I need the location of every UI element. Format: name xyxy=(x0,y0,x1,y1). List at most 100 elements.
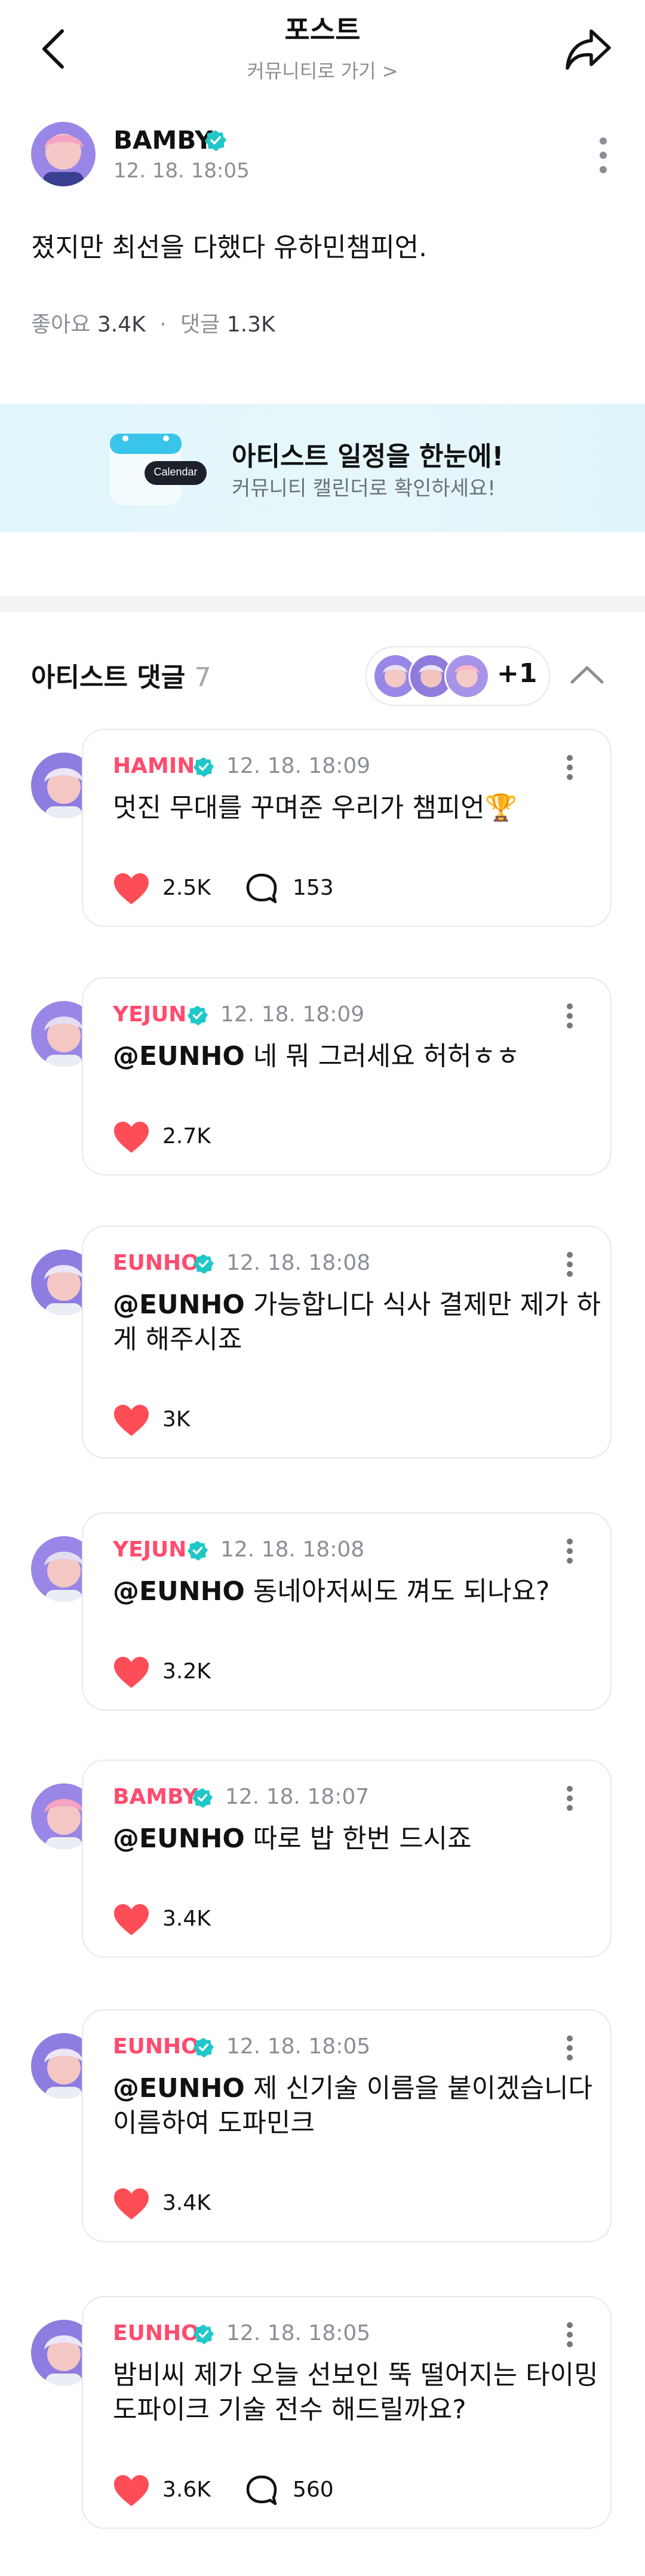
more-vertical-icon xyxy=(567,1003,573,1028)
comment-more-button[interactable] xyxy=(564,1537,576,1565)
comment-time: 12. 18. 18:08 xyxy=(220,1537,365,1562)
like-button[interactable] xyxy=(113,872,150,905)
comment-mention[interactable]: @EUNHO xyxy=(113,1576,245,1607)
heart-icon xyxy=(114,2188,149,2219)
more-artists-count: +1 xyxy=(497,658,538,689)
like-count: 2.5K xyxy=(162,876,211,900)
reply-button[interactable] xyxy=(245,2474,278,2507)
page-title: 포스트 xyxy=(284,14,361,46)
community-link[interactable]: 커뮤니티로 가기 > xyxy=(0,56,645,84)
comment-text: @EUNHO 제 신기술 이름을 붙이겠습니다 이름하여 도파민크 xyxy=(113,2071,603,2141)
post-body: 졌지만 최선을 다했다 유하민챔피언. xyxy=(31,232,428,263)
calendar-label: Calendar xyxy=(153,466,198,478)
comment-text: @EUNHO 네 뭐 그러세요 허허ㅎㅎ xyxy=(113,1039,603,1074)
comment-more-button[interactable] xyxy=(564,2321,576,2348)
avatar[interactable] xyxy=(31,122,96,186)
more-vertical-icon xyxy=(567,2035,573,2061)
comment-author[interactable]: YEJUN xyxy=(113,1002,186,1027)
heart-icon xyxy=(114,1122,149,1153)
comment-text: @EUNHO 따로 밥 한번 드시죠 xyxy=(113,1822,603,1856)
comment-text: 멋진 무대를 꾸며준 우리가 챔피언🏆 xyxy=(113,791,603,825)
like-count: 3.4K xyxy=(162,2191,211,2215)
post-author[interactable]: BAMBY xyxy=(113,125,213,155)
comment-more-button[interactable] xyxy=(564,1785,576,1812)
avatar xyxy=(444,653,490,699)
heart-icon xyxy=(114,1904,149,1935)
comment-more-button[interactable] xyxy=(564,2034,576,2062)
comment-mention[interactable]: @EUNHO xyxy=(113,1289,245,1320)
like-button[interactable] xyxy=(113,1404,150,1437)
artist-comments-count: 7 xyxy=(194,662,211,693)
section-divider xyxy=(0,596,645,612)
like-button[interactable] xyxy=(113,2187,150,2221)
comment-more-button[interactable] xyxy=(564,754,576,781)
share-button[interactable] xyxy=(564,27,613,73)
stats-separator: · xyxy=(159,312,167,337)
post-time: 12. 18. 18:05 xyxy=(113,159,250,183)
reply-count: 560 xyxy=(293,2477,334,2502)
comment-author[interactable]: EUNHO xyxy=(113,1251,199,1275)
comments-label: 댓글 xyxy=(180,312,220,337)
like-count: 3.2K xyxy=(162,1659,211,1684)
calendar-icon: Calendar xyxy=(108,429,209,510)
like-count: 3K xyxy=(162,1407,191,1432)
reply-button[interactable] xyxy=(245,872,278,905)
comment-author[interactable]: EUNHO xyxy=(113,2034,199,2059)
more-vertical-icon xyxy=(567,1252,573,1277)
comment-mention[interactable]: @EUNHO xyxy=(113,2073,245,2104)
likes-count: 3.4K xyxy=(97,312,146,337)
comment-mention[interactable]: @EUNHO xyxy=(113,1041,245,1071)
comment-time: 12. 18. 18:09 xyxy=(220,1002,365,1027)
more-vertical-icon xyxy=(567,1539,573,1564)
verified-icon xyxy=(187,1005,208,1026)
heart-icon xyxy=(114,1657,149,1688)
comment-time: 12. 18. 18:07 xyxy=(225,1785,370,1809)
comment-author[interactable]: EUNHO xyxy=(113,2321,199,2345)
comment-bubble-icon xyxy=(246,2475,277,2506)
comment-body: 멋진 무대를 꾸며준 우리가 챔피언🏆 xyxy=(113,793,518,823)
verified-icon xyxy=(193,756,214,778)
comment-bubble-icon xyxy=(246,873,277,904)
verified-icon xyxy=(193,1253,214,1275)
like-count: 3.4K xyxy=(162,1906,211,1931)
reply-count: 153 xyxy=(293,876,334,900)
share-icon xyxy=(566,29,611,70)
comment-more-button[interactable] xyxy=(564,1002,576,1030)
comment-author[interactable]: BAMBY xyxy=(113,1785,198,1809)
verified-icon xyxy=(204,129,227,152)
comments-count: 1.3K xyxy=(226,312,275,337)
collapse-button[interactable] xyxy=(569,663,606,687)
more-vertical-icon xyxy=(567,2322,573,2347)
comment-text: 밤비씨 제가 오늘 선보인 뚝 떨어지는 타이밍 도파이크 기술 전수 해드릴까… xyxy=(113,2358,603,2427)
comment-body: 동네아저씨도 껴도 되나요? xyxy=(244,1576,550,1607)
comment-mention[interactable]: @EUNHO xyxy=(113,1823,245,1854)
like-button[interactable] xyxy=(113,1656,150,1689)
like-count: 2.7K xyxy=(162,1124,211,1149)
more-options-button[interactable] xyxy=(596,135,610,176)
comment-more-button[interactable] xyxy=(564,1251,576,1278)
like-button[interactable] xyxy=(113,1120,150,1154)
like-button[interactable] xyxy=(113,2474,150,2507)
like-count: 3.6K xyxy=(162,2477,211,2502)
more-vertical-icon xyxy=(600,137,607,173)
chevron-up-icon xyxy=(570,666,604,684)
comment-author[interactable]: HAMIN xyxy=(113,754,195,778)
comment-time: 12. 18. 18:08 xyxy=(226,1251,371,1275)
verified-icon xyxy=(193,2037,214,2058)
comment-time: 12. 18. 18:05 xyxy=(226,2321,371,2345)
verified-icon xyxy=(192,1787,213,1809)
comment-time: 12. 18. 18:09 xyxy=(226,754,371,778)
verified-icon xyxy=(193,2323,214,2345)
heart-icon xyxy=(114,1405,149,1436)
more-vertical-icon xyxy=(567,1786,573,1811)
like-button[interactable] xyxy=(113,1903,150,1936)
comment-text: @EUNHO 동네아저씨도 껴도 되나요? xyxy=(113,1574,603,1609)
comment-body: 밤비씨 제가 오늘 선보인 뚝 떨어지는 타이밍 도파이크 기술 전수 해드릴까… xyxy=(113,2360,598,2425)
comment-body: 네 뭐 그러세요 허허ㅎㅎ xyxy=(244,1041,520,1071)
artist-comments-label: 아티스트 댓글 xyxy=(31,662,186,693)
comment-time: 12. 18. 18:05 xyxy=(226,2034,371,2059)
banner-subtitle: 커뮤니티 캘린더로 확인하세요! xyxy=(232,477,496,501)
verified-icon xyxy=(187,1540,208,1561)
comment-author[interactable]: YEJUN xyxy=(113,1537,186,1562)
comment-body: 따로 밥 한번 드시죠 xyxy=(244,1823,472,1854)
